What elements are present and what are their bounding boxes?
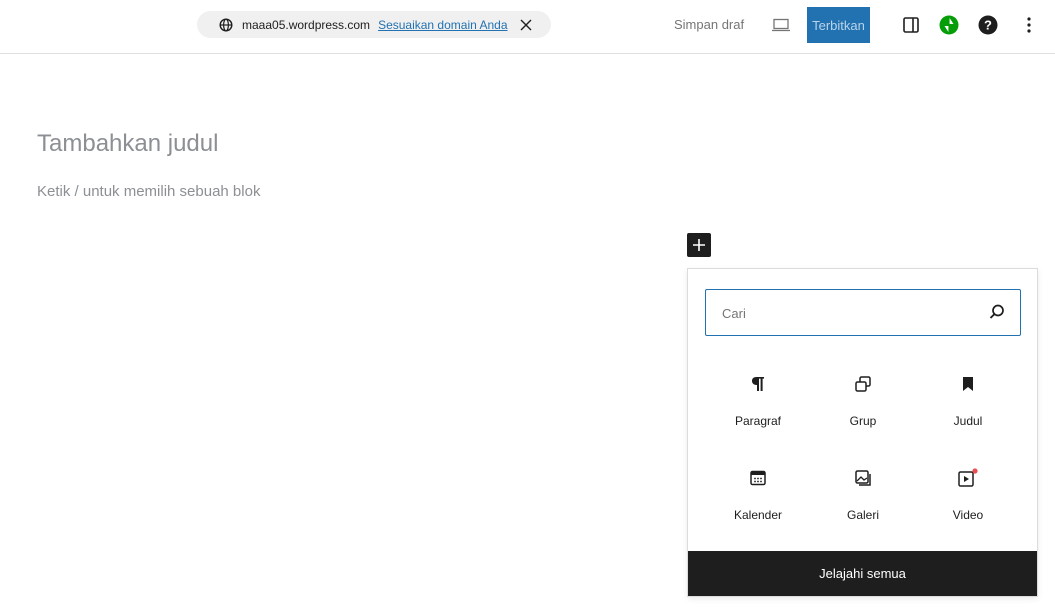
block-item-heading[interactable]: Judul [918,373,1018,453]
sidebar-toggle-icon[interactable] [900,14,922,36]
calendar-icon [747,467,769,489]
save-draft-button[interactable]: Simpan draf [674,17,744,32]
plus-icon [693,239,705,251]
block-item-calendar[interactable]: Kalender [708,467,808,547]
block-placeholder[interactable]: Ketik / untuk memilih sebuah blok [37,183,260,200]
svg-text:?: ? [984,18,992,33]
desktop-preview-icon[interactable] [771,17,791,33]
close-icon[interactable] [520,19,532,31]
browse-all-button[interactable]: Jelajahi semua [688,551,1037,596]
block-item-label: Grup [849,414,877,428]
block-item-label: Video [952,508,984,522]
block-search-input[interactable] [720,302,964,324]
bookmark-icon [957,373,979,395]
post-title-input[interactable]: Tambahkan judul [37,130,218,158]
block-inserter-toggle[interactable] [687,233,711,257]
editor-top-bar: maaa05.wordpress.com Sesuaikan domain An… [0,0,1055,54]
publish-button[interactable]: Terbitkan [807,7,870,43]
jetpack-icon[interactable] [938,14,960,36]
help-icon[interactable]: ? [977,14,999,36]
search-icon [988,303,1006,321]
block-item-label: Paragraf [734,414,782,428]
quick-inserter-panel: Paragraf Grup Judul Kalender Galeri Vide… [687,268,1038,597]
gallery-icon [852,467,874,489]
customize-domain-link[interactable]: Sesuaikan domain Anda [378,18,507,32]
more-vertical-icon[interactable] [1018,14,1040,36]
block-search-field[interactable] [705,289,1021,336]
block-item-label: Galeri [846,508,879,522]
block-item-group[interactable]: Grup [813,373,913,453]
block-item-label: Judul [953,414,983,428]
block-item-label: Kalender [733,508,783,522]
block-item-gallery[interactable]: Galeri [813,467,913,547]
site-url: maaa05.wordpress.com [242,17,371,32]
group-icon [852,373,874,395]
block-item-paragraph[interactable]: Paragraf [708,373,808,453]
domain-pill: maaa05.wordpress.com Sesuaikan domain An… [197,11,551,38]
globe-icon [219,17,233,32]
paragraph-icon [747,373,769,395]
block-item-video[interactable]: Video [918,467,1018,547]
video-icon [957,467,979,489]
